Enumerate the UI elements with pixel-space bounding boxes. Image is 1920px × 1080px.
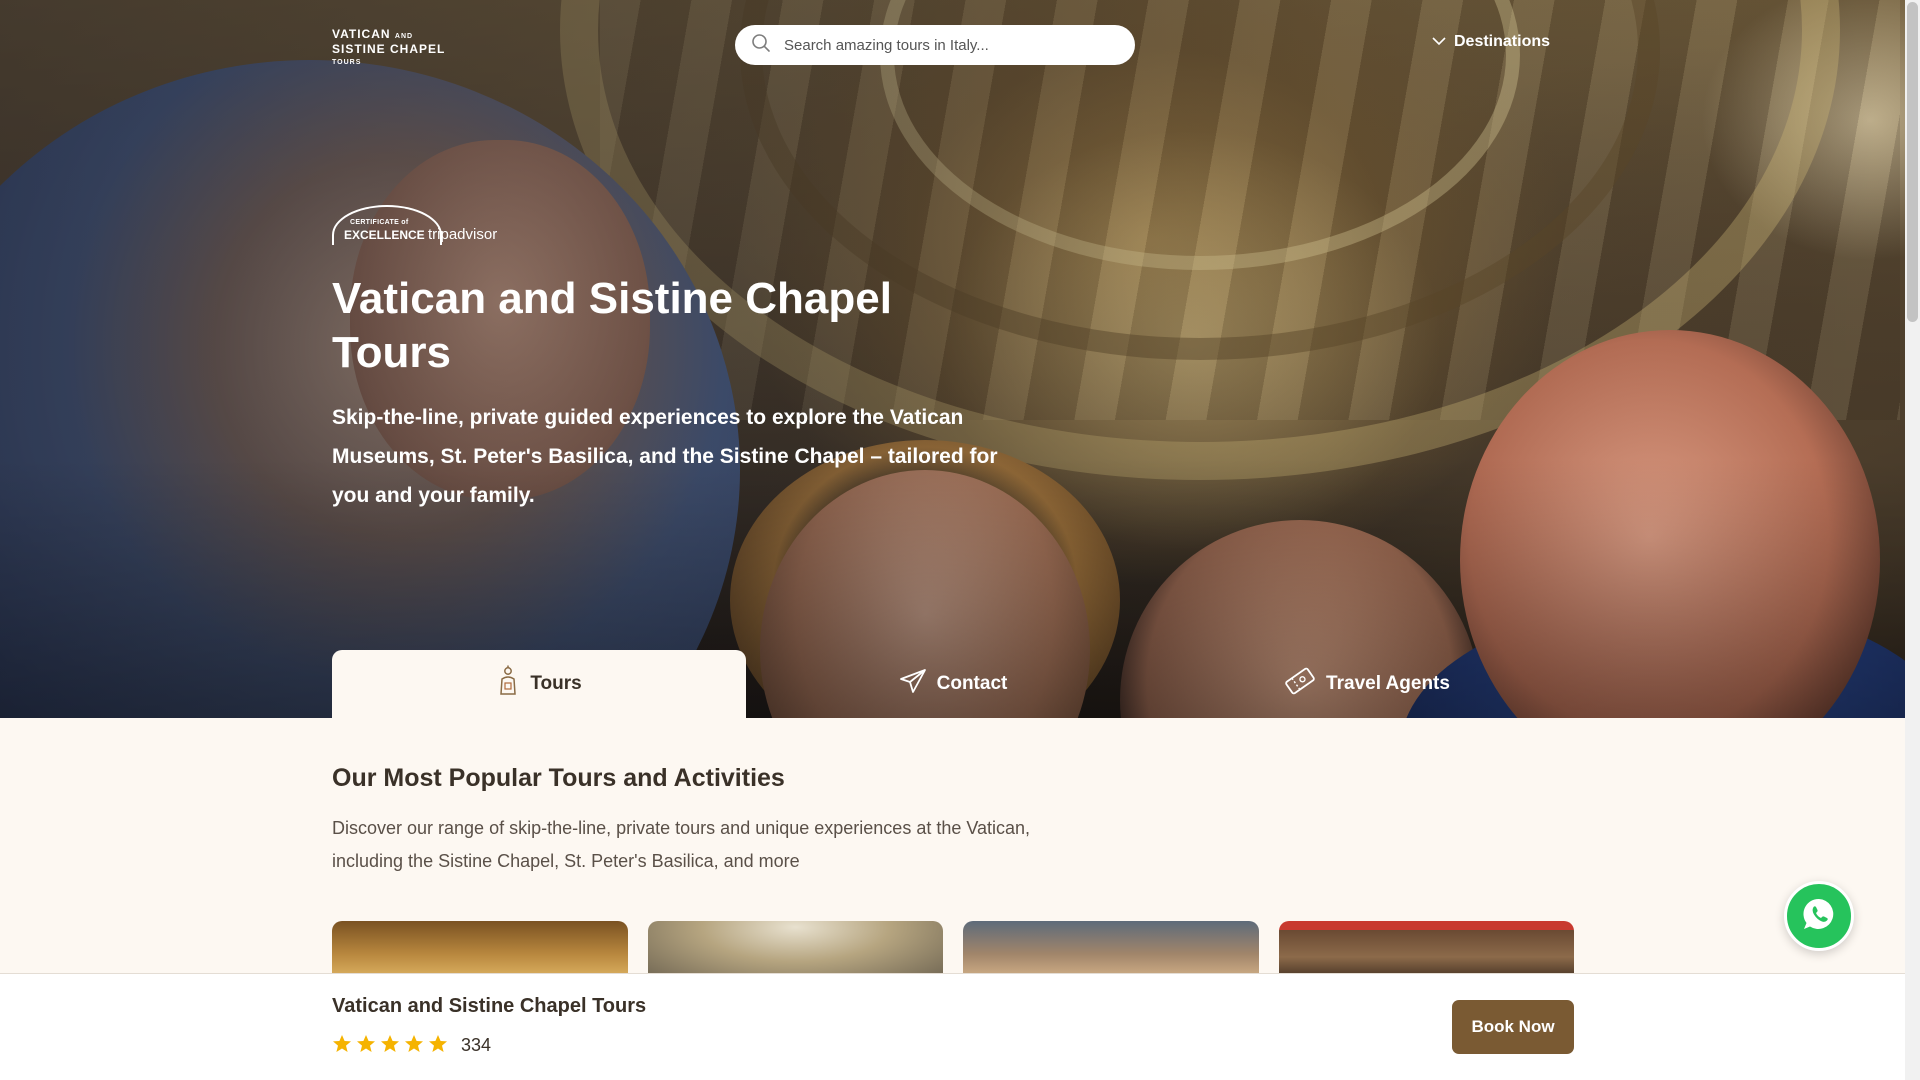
tab-tours[interactable]: Tours <box>332 650 746 718</box>
whatsapp-icon <box>1801 896 1837 937</box>
chevron-down-icon <box>1432 33 1446 51</box>
certificate-text: EXCELLENCE <box>344 228 425 242</box>
tab-contact[interactable]: Contact <box>746 650 1160 718</box>
destinations-label: Destinations <box>1454 33 1551 50</box>
section-title: Our Most Popular Tours and Activities <box>332 764 785 792</box>
search-bar[interactable] <box>735 25 1135 65</box>
scrollbar[interactable] <box>1905 0 1920 1080</box>
star-icon <box>405 1035 423 1052</box>
paper-plane-icon <box>899 668 927 700</box>
review-count: 334 <box>461 1035 492 1055</box>
booking-bar-title: Vatican and Sistine Chapel Tours <box>332 995 647 1017</box>
tab-travel-agents[interactable]: Travel Agents <box>1160 650 1574 718</box>
book-now-button[interactable]: Book Now <box>1452 1000 1574 1054</box>
logo-text: Sistine Chapel <box>332 42 446 56</box>
star-icon <box>333 1035 351 1052</box>
logo-text: Vatican <box>332 27 391 41</box>
whatsapp-button[interactable] <box>1784 881 1854 951</box>
section-tabs: Tours Contact Travel Agents <box>332 650 1574 718</box>
tour-card-image[interactable] <box>332 921 628 981</box>
search-icon <box>735 33 771 58</box>
site-logo[interactable]: Vatican and Sistine Chapel Tours <box>332 28 445 69</box>
rating-stars <box>332 1034 448 1054</box>
tab-label: Tours <box>530 673 582 694</box>
tripadvisor-certificate-badge: CERTIFICATE of EXCELLENCE tripadvisor <box>332 205 512 247</box>
certificate-text: CERTIFICATE of <box>350 219 409 226</box>
tripadvisor-wordmark: tripadvisor <box>428 226 498 243</box>
ticket-icon <box>1284 666 1316 702</box>
tour-card-image[interactable] <box>1278 921 1574 981</box>
tour-card-image[interactable] <box>647 921 943 981</box>
section-description: Discover our range of skip-the-line, pri… <box>332 818 1031 871</box>
hero-subtitle: Skip-the-line, private guided experience… <box>332 406 998 507</box>
tab-label: Travel Agents <box>1326 673 1450 694</box>
tour-guide-icon <box>496 665 520 703</box>
search-input[interactable] <box>784 36 1104 54</box>
tour-card-image[interactable] <box>963 921 1259 981</box>
star-icon <box>429 1035 447 1052</box>
logo-text: Tours <box>332 59 362 66</box>
star-icon <box>381 1035 399 1052</box>
tab-label: Contact <box>936 673 1008 694</box>
page-title: Vatican and Sistine Chapel Tours <box>332 274 892 377</box>
scrollbar-thumb[interactable] <box>1907 2 1918 322</box>
star-icon <box>357 1035 375 1052</box>
tour-cards <box>332 921 1574 981</box>
booking-bar: Vatican and Sistine Chapel Tours 334 Boo… <box>0 973 1905 1080</box>
logo-text: and <box>394 33 414 40</box>
destinations-menu[interactable]: Destinations <box>1432 33 1550 51</box>
